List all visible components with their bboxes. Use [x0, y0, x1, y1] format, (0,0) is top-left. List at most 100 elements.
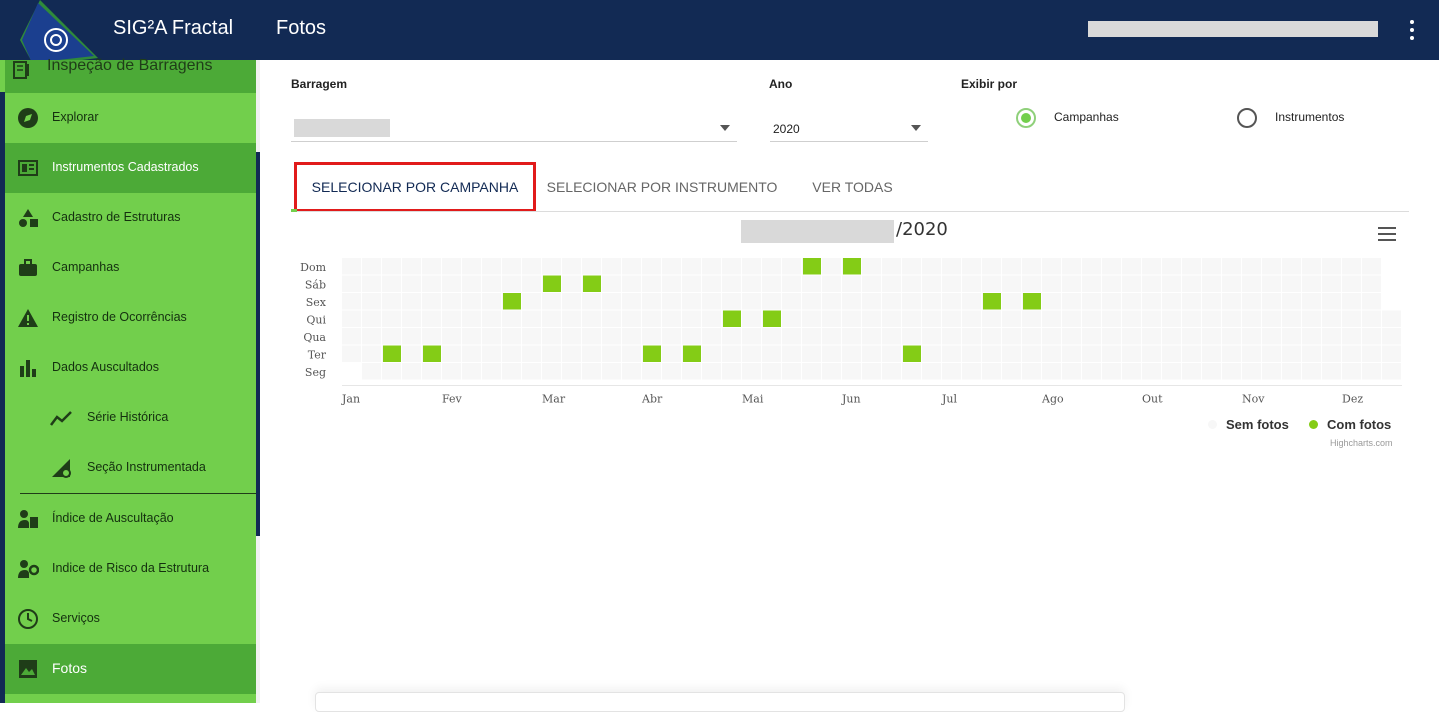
chart-credits[interactable]: Highcharts.com	[1330, 438, 1393, 448]
heatmap-cell-photo[interactable]	[1023, 293, 1041, 310]
heatmap-cell-empty	[942, 328, 961, 345]
ano-select-value[interactable]: 2020	[773, 122, 800, 136]
sidebar-header-label: Inspeção de Barragens	[47, 57, 213, 74]
sidebar-item-explorar[interactable]: Explorar	[5, 93, 256, 143]
heatmap-cell-photo[interactable]	[983, 293, 1001, 310]
sidebar-item-indice-risco[interactable]: Indice de Risco da Estrutura	[5, 544, 256, 594]
heatmap-cell-photo[interactable]	[763, 310, 781, 328]
heatmap-cell-empty	[1262, 293, 1281, 310]
y-tick-label: Seg	[305, 366, 326, 379]
heatmap-cell-empty	[822, 363, 841, 380]
more-options-icon[interactable]	[1400, 18, 1424, 42]
heatmap-cell-empty	[1162, 310, 1181, 327]
heatmap-cell-empty	[1202, 345, 1221, 362]
sidebar-item-campanhas[interactable]: Campanhas	[5, 243, 256, 293]
heatmap-cell-photo[interactable]	[423, 345, 441, 363]
legend-com-fotos[interactable]: Com fotos	[1309, 417, 1391, 432]
compass-icon	[18, 108, 38, 128]
heatmap-cell-empty	[1162, 275, 1181, 292]
heatmap-cell-empty	[442, 293, 461, 310]
heatmap-cell-empty	[1062, 345, 1081, 362]
heatmap-cell-empty	[682, 293, 701, 310]
heatmap-cell-empty	[642, 310, 661, 327]
heatmap-cell-empty	[382, 328, 401, 345]
tab-selecionar-por-instrumento[interactable]: SELECIONAR POR INSTRUMENTO	[545, 162, 779, 212]
heatmap-cell-empty	[1342, 328, 1361, 345]
sidebar-item-cadastro-estruturas[interactable]: Cadastro de Estruturas	[5, 193, 256, 243]
sidebar-item-instrumentos-cadastrados[interactable]: Instrumentos Cadastrados	[5, 143, 256, 193]
heatmap-cell-empty	[922, 258, 941, 275]
heatmap-cell-empty	[1082, 310, 1101, 327]
heatmap-cell-empty	[782, 363, 801, 380]
sidebar-item-secao-instrumentada[interactable]: Seção Instrumentada	[5, 443, 256, 493]
radio-campanhas-label[interactable]: Campanhas	[1054, 110, 1119, 124]
sidebar-item-servicos[interactable]: Serviços	[5, 594, 256, 644]
heatmap-cell-empty	[942, 345, 961, 362]
sidebar-item-serie-historica[interactable]: Série Histórica	[5, 393, 256, 443]
heatmap-cell-photo[interactable]	[383, 345, 401, 363]
sidebar-item-indice-auscultacao[interactable]: Índice de Auscultação	[5, 494, 256, 544]
chevron-down-icon[interactable]	[720, 125, 730, 131]
heatmap-cell-photo[interactable]	[803, 258, 821, 275]
tab-ver-todas[interactable]: VER TODAS	[800, 162, 905, 212]
heatmap-cell-photo[interactable]	[843, 258, 861, 275]
tab-selecionar-por-campanha[interactable]: SELECIONAR POR CAMPANHA	[294, 162, 536, 212]
heatmap-cell-empty	[482, 310, 501, 327]
x-tick-label: Jun	[841, 393, 861, 406]
heatmap-cell-empty	[442, 258, 461, 275]
chart-menu-icon[interactable]	[1378, 227, 1396, 241]
heatmap-cell-empty	[1122, 328, 1141, 345]
heatmap-cell-empty	[1042, 275, 1061, 292]
heatmap-cell-empty	[402, 363, 421, 380]
person-gear-icon	[18, 560, 39, 578]
radio-instrumentos[interactable]	[1237, 108, 1257, 128]
legend-sem-fotos[interactable]: Sem fotos	[1208, 417, 1289, 432]
heatmap-cell-empty	[402, 293, 421, 310]
sidebar-item-registro-ocorrencias[interactable]: Registro de Ocorrências	[5, 293, 256, 343]
heatmap-cell-empty	[1082, 275, 1101, 292]
heatmap-cell-empty	[1322, 363, 1341, 380]
heatmap-cell-empty	[382, 293, 401, 310]
ano-select[interactable]	[770, 141, 928, 142]
heatmap-cell-empty	[1362, 328, 1381, 345]
barragem-select-value-redacted[interactable]	[294, 119, 390, 137]
radio-instrumentos-label[interactable]: Instrumentos	[1275, 110, 1344, 124]
heatmap-cell-empty	[642, 293, 661, 310]
heatmap-cell-empty	[382, 275, 401, 292]
heatmap-cell-photo[interactable]	[903, 345, 921, 363]
heatmap-cell-empty	[742, 310, 761, 327]
user-name-redacted[interactable]	[1088, 21, 1378, 37]
heatmap-cell-photo[interactable]	[583, 275, 601, 293]
heatmap-cell-empty	[1082, 258, 1101, 275]
heatmap-cell-empty	[622, 293, 641, 310]
heatmap-cell-empty	[362, 275, 381, 292]
heatmap-cell-photo[interactable]	[683, 345, 701, 363]
heatmap-cell-empty	[1322, 310, 1341, 327]
sidebar-item-dados-auscultados[interactable]: Dados Auscultados	[5, 343, 256, 393]
legend-com-fotos-label: Com fotos	[1327, 417, 1392, 432]
heatmap-cell-empty	[962, 363, 981, 380]
sidebar-scrollbar[interactable]	[256, 152, 260, 536]
chevron-down-icon[interactable]	[911, 125, 921, 131]
barragem-select[interactable]	[291, 141, 737, 142]
heatmap-cell-empty	[1222, 258, 1241, 275]
sidebar-item-fotos[interactable]: Fotos	[5, 644, 256, 694]
heatmap-cell-empty	[1022, 310, 1041, 327]
heatmap-cell-empty	[422, 258, 441, 275]
heatmap-cell-empty	[562, 293, 581, 310]
tabs-divider	[291, 211, 1409, 212]
heatmap-cell-photo[interactable]	[643, 345, 661, 363]
sidebar-item-label: Seção Instrumentada	[87, 460, 206, 474]
heatmap-cell-photo[interactable]	[503, 293, 521, 310]
heatmap-cell-empty	[1382, 363, 1401, 380]
heatmap-cell-empty	[1242, 275, 1261, 292]
heatmap-cell-empty	[1302, 345, 1321, 362]
radio-campanhas[interactable]	[1016, 108, 1036, 128]
heatmap-cell-photo[interactable]	[543, 275, 561, 293]
heatmap-cell-empty	[402, 275, 421, 292]
heatmap-cell-photo[interactable]	[723, 310, 741, 328]
heatmap-cell-empty	[1182, 345, 1201, 362]
heatmap-cell-empty	[742, 363, 761, 380]
heatmap-cell-empty	[1262, 345, 1281, 362]
heatmap-cell-empty	[1382, 328, 1401, 345]
